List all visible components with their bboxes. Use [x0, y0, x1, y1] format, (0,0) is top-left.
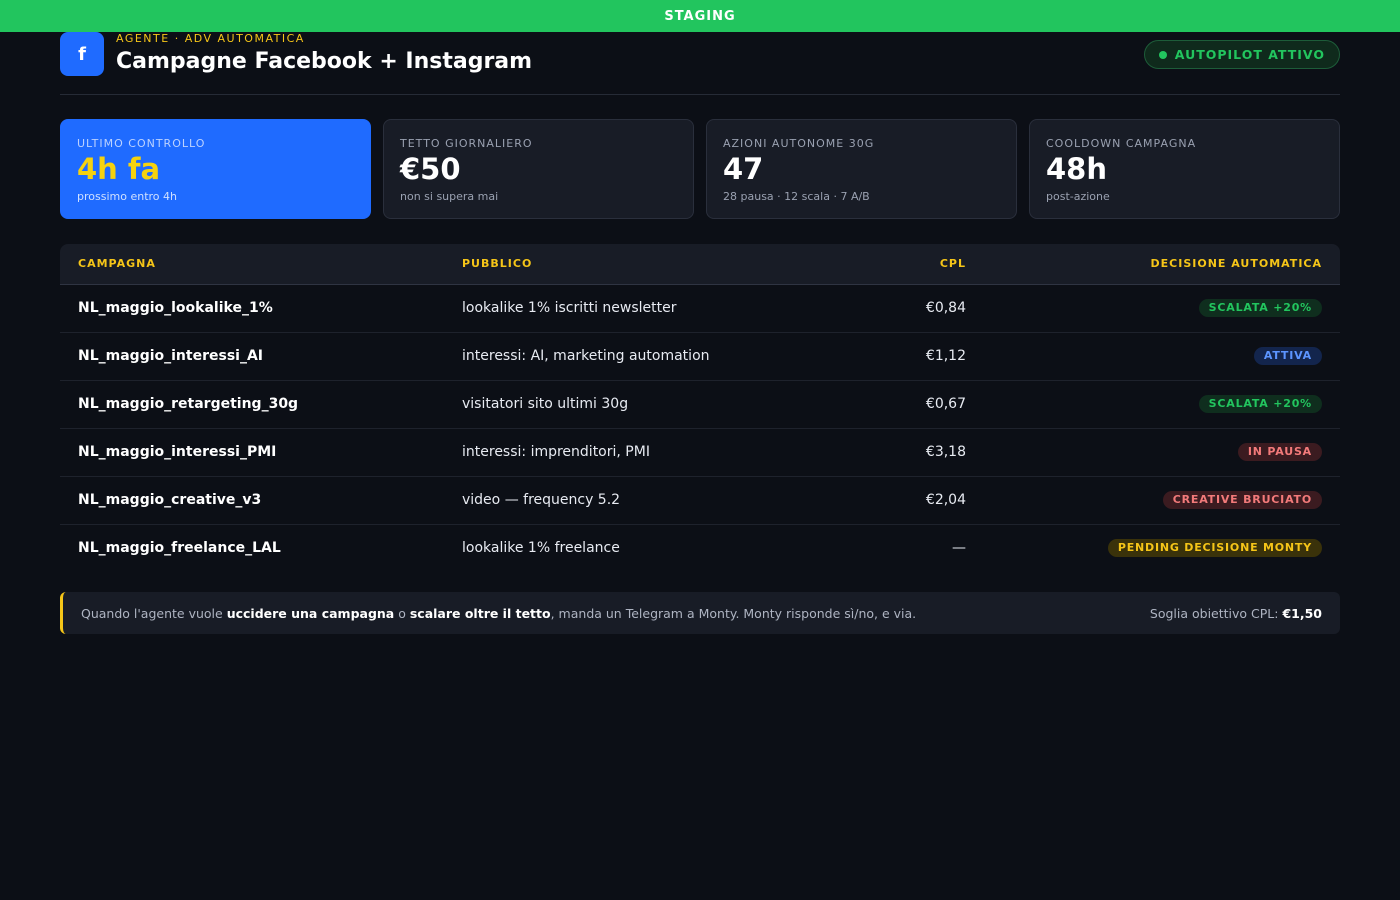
status-dot-icon: [1158, 50, 1167, 59]
campaign-name: NL_maggio_freelance_LAL: [78, 540, 281, 557]
campaign-audience: visitatori sito ultimi 30g: [444, 380, 774, 429]
stat-card-value: 48h: [1046, 152, 1108, 186]
table-row[interactable]: NL_maggio_retargeting_30g visitatori sit…: [60, 380, 1340, 429]
campaign-cpl: €1,12: [774, 332, 984, 381]
campaigns-table: CAMPAGNA PUBBLICO CPL DECISIONE AUTOMATI…: [60, 244, 1340, 572]
column-header-decision[interactable]: DECISIONE AUTOMATICA: [984, 244, 1340, 285]
campaign-cpl: €3,18: [774, 428, 984, 477]
campaign-name: NL_maggio_interessi_PMI: [60, 428, 444, 477]
decision-cell: SCALATA +20%: [984, 284, 1340, 333]
table-row[interactable]: NL_maggio_interessi_AI interessi: AI, ma…: [60, 332, 1340, 381]
decision-cell: CREATIVE BRUCIATO: [984, 476, 1340, 525]
table-header-row: CAMPAGNA PUBBLICO CPL DECISIONE AUTOMATI…: [60, 244, 1340, 285]
decision-badge: CREATIVE BRUCIATO: [1162, 491, 1322, 509]
campaign-name: NL_maggio_interessi_AI: [60, 332, 444, 381]
table-row[interactable]: NL_maggio_freelance_LAL lookalike 1% fre…: [60, 524, 1340, 572]
page-header: f AGENTE · ADV AUTOMATICA Campagne Faceb…: [60, 32, 1340, 95]
stat-card-sub: 28 pausa · 12 scala · 7 A/B: [723, 190, 870, 203]
notice-text-3: , manda un Telegram a Monty. Monty rispo…: [550, 605, 917, 621]
notice-text: Quando l'agente vuole uccidere una campa…: [81, 606, 916, 621]
cpl-threshold: Soglia obiettivo CPL: €1,50: [1150, 606, 1322, 621]
decision-cell: SCALATA +20%: [984, 380, 1340, 429]
decision-badge: IN PAUSA: [1237, 443, 1322, 461]
stat-card-value: €50: [400, 152, 461, 186]
stat-card-label: COOLDOWN CAMPAGNA: [1046, 137, 1197, 150]
table-row[interactable]: NL_maggio_lookalike_1% lookalike 1% iscr…: [60, 284, 1340, 333]
page-title: Campagne Facebook + Instagram: [116, 49, 533, 74]
notice-bold-1: uccidere una campagna: [226, 605, 395, 621]
decision-badge: ATTIVA: [1253, 347, 1322, 365]
campaign-cpl: —: [952, 540, 966, 557]
campaign-audience: lookalike 1% iscritti newsletter: [444, 284, 774, 333]
telegram-escalation-notice: Quando l'agente vuole uccidere una campa…: [60, 592, 1340, 634]
notice-text-2: o: [394, 605, 410, 621]
column-header-campaign[interactable]: CAMPAGNA: [60, 244, 444, 285]
main-content: f AGENTE · ADV AUTOMATICA Campagne Faceb…: [60, 32, 1340, 634]
campaign-audience: interessi: AI, marketing automation: [444, 332, 774, 381]
decision-badge: SCALATA +20%: [1198, 299, 1322, 317]
facebook-logo-icon: f: [60, 32, 104, 76]
cpl-threshold-label: Soglia obiettivo CPL:: [1149, 605, 1283, 621]
stat-card-sub: post-azione: [1046, 190, 1110, 203]
decision-cell: PENDING DECISIONE MONTY: [984, 524, 1340, 572]
notice-bold-2: scalare oltre il tetto: [409, 605, 551, 621]
stat-card-cooldown: COOLDOWN CAMPAGNA 48h post-azione: [1029, 119, 1340, 219]
column-header-cpl[interactable]: CPL: [774, 244, 984, 285]
campaign-name: NL_maggio_lookalike_1%: [60, 284, 444, 333]
campaign-cpl: €0,84: [774, 284, 984, 333]
stat-card-label: AZIONI AUTONOME 30G: [723, 137, 875, 150]
campaign-cpl: €0,67: [774, 380, 984, 429]
stat-card-value: 4h fa: [77, 152, 161, 186]
decision-badge: SCALATA +20%: [1198, 395, 1322, 413]
stat-card-value: 47: [723, 152, 764, 186]
campaign-audience: lookalike 1% freelance: [462, 540, 620, 557]
stat-card-label: TETTO GIORNALIERO: [400, 137, 533, 150]
campaign-audience: interessi: imprenditori, PMI: [444, 428, 774, 477]
stat-card-daily-cap: TETTO GIORNALIERO €50 non si supera mai: [383, 119, 694, 219]
stat-card-sub: prossimo entro 4h: [77, 190, 177, 203]
column-header-audience[interactable]: PUBBLICO: [444, 244, 774, 285]
stat-card-last-check: ULTIMO CONTROLLO 4h fa prossimo entro 4h: [60, 119, 371, 219]
decision-cell: ATTIVA: [984, 332, 1340, 381]
stat-card-label: ULTIMO CONTROLLO: [77, 137, 206, 150]
environment-banner: STAGING: [0, 0, 1400, 32]
notice-text-1: Quando l'agente vuole: [81, 605, 227, 621]
decision-cell: IN PAUSA: [984, 428, 1340, 477]
autopilot-status-badge[interactable]: AUTOPILOT ATTIVO: [1143, 40, 1340, 69]
cpl-threshold-value: €1,50: [1282, 605, 1322, 621]
table-row[interactable]: NL_maggio_creative_v3 video — frequency …: [60, 476, 1340, 525]
stat-card-autonomous-actions: AZIONI AUTONOME 30G 47 28 pausa · 12 sca…: [706, 119, 1017, 219]
autopilot-status-label: AUTOPILOT ATTIVO: [1174, 47, 1325, 62]
campaign-audience: video — frequency 5.2: [444, 476, 774, 525]
campaign-name: NL_maggio_creative_v3: [60, 476, 444, 525]
campaign-cpl: €2,04: [774, 476, 984, 525]
stat-cards: ULTIMO CONTROLLO 4h fa prossimo entro 4h…: [60, 119, 1340, 219]
stat-card-sub: non si supera mai: [400, 190, 499, 203]
table-row[interactable]: NL_maggio_interessi_PMI interessi: impre…: [60, 428, 1340, 477]
campaign-name: NL_maggio_retargeting_30g: [60, 380, 444, 429]
page-eyebrow: AGENTE · ADV AUTOMATICA: [116, 32, 305, 45]
decision-badge: PENDING DECISIONE MONTY: [1107, 539, 1322, 558]
